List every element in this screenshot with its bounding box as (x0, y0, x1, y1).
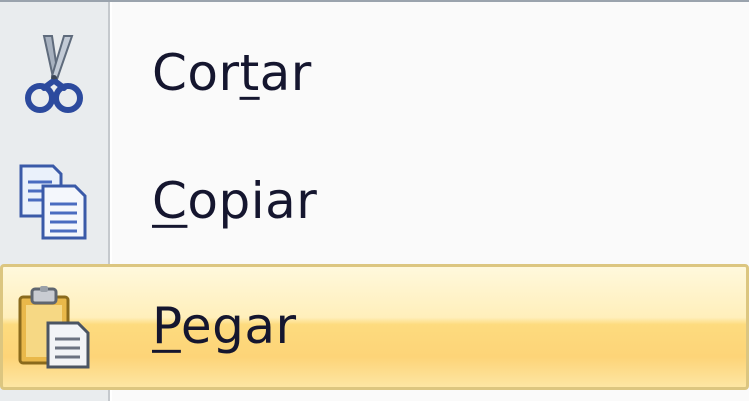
menu-item-cut[interactable]: Cortar (0, 12, 749, 136)
menu-item-label: Copiar (152, 172, 317, 230)
menu-item-copy[interactable]: Copiar (0, 140, 749, 264)
label-text: Cor (152, 43, 240, 102)
copy-documents-icon (0, 140, 108, 264)
label-text: opiar (187, 171, 318, 230)
access-key: t (239, 43, 260, 102)
scissors-icon (0, 12, 108, 136)
label-text: egar (180, 296, 297, 355)
label-text: ar (259, 43, 312, 102)
menu-item-label: Pegar (152, 297, 297, 355)
menu-item-label: Cortar (152, 44, 312, 102)
menu-item-paste[interactable]: Pegar (0, 264, 749, 390)
clipboard-paste-icon (0, 267, 108, 387)
access-key: P (152, 296, 181, 355)
context-menu: Cortar Copiar Pegar (0, 0, 749, 401)
access-key: C (152, 171, 188, 230)
